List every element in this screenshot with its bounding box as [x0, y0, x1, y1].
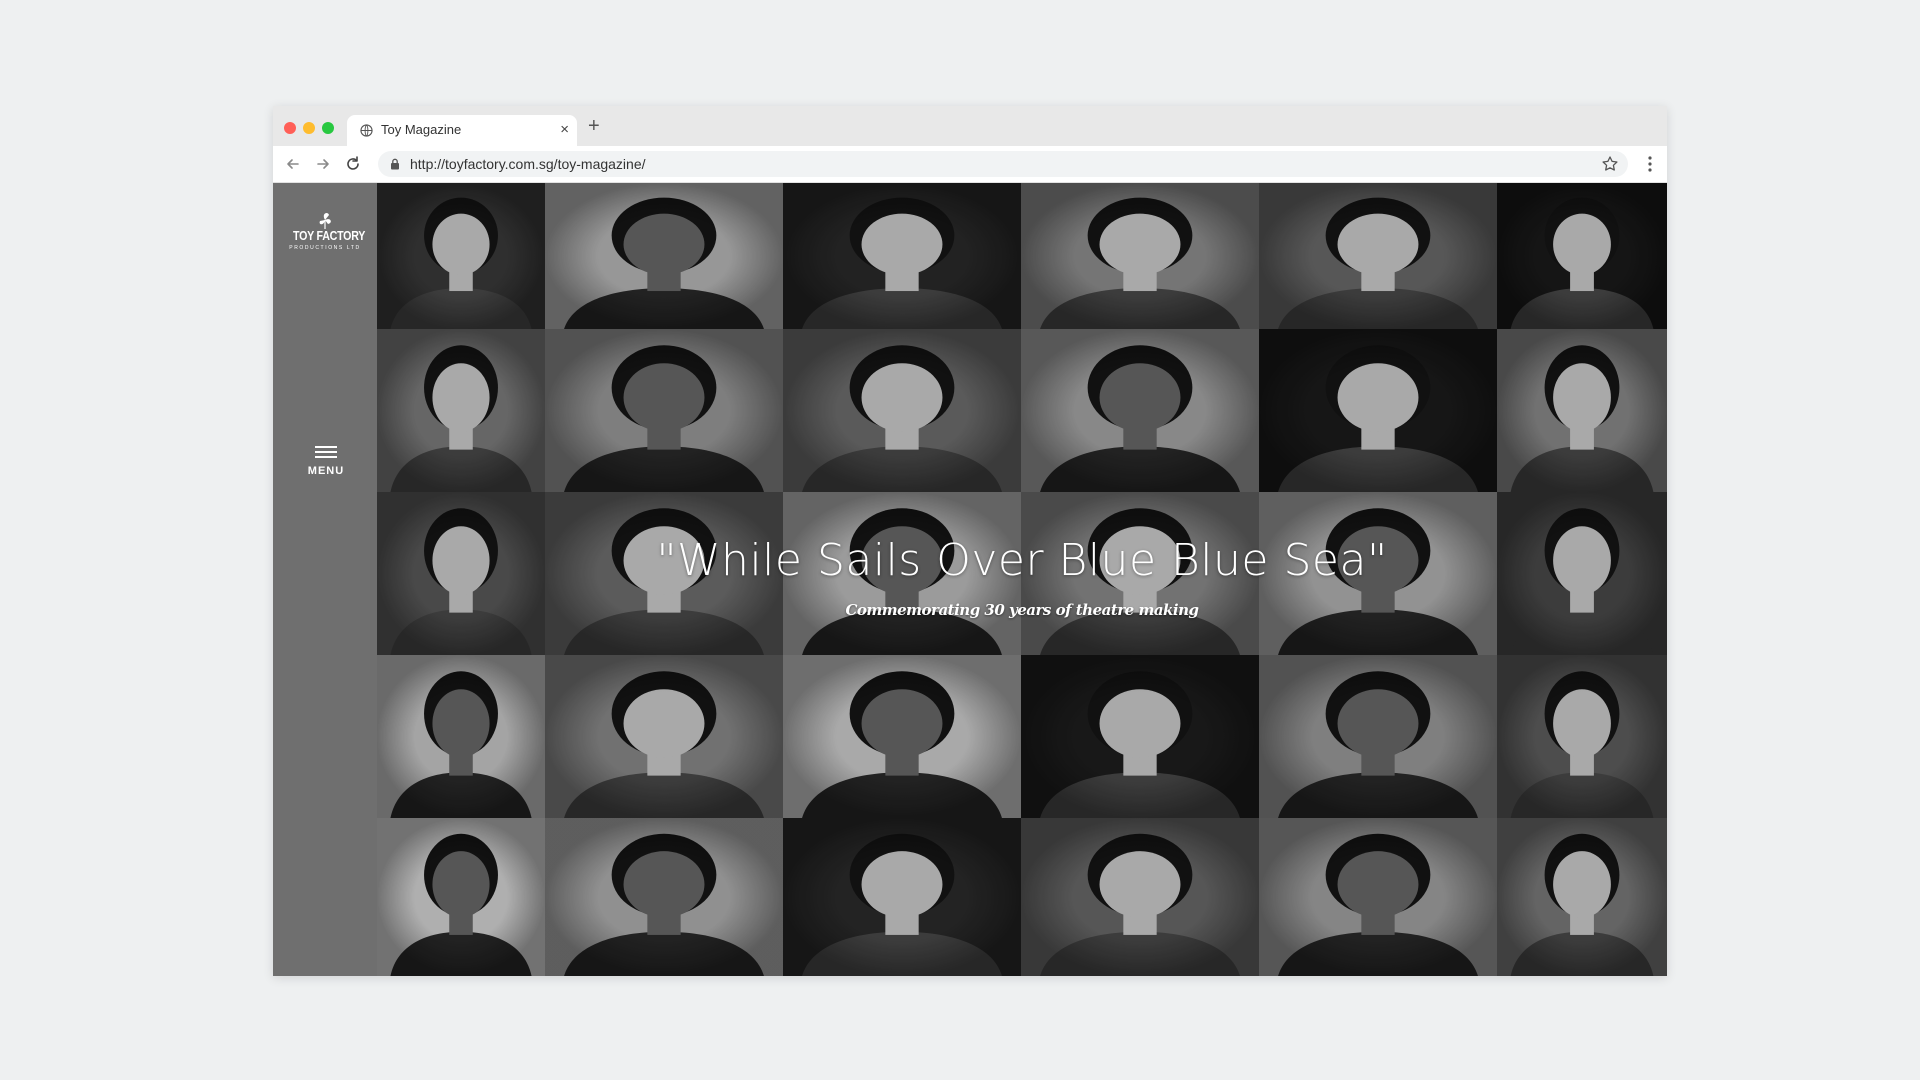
portrait-tile[interactable] — [377, 818, 545, 976]
portrait-photo — [1021, 183, 1259, 329]
portrait-photo — [377, 183, 545, 329]
portrait-photo — [1497, 329, 1667, 492]
globe-icon — [360, 124, 373, 137]
portrait-tile[interactable] — [1259, 818, 1497, 976]
portrait-tile[interactable] — [1497, 818, 1667, 976]
portrait-photo — [1021, 655, 1259, 818]
portrait-tile[interactable] — [1259, 329, 1497, 492]
hero-headline: "While Sails Over Blue Blue Sea" — [656, 535, 1388, 586]
browser-window: Toy Magazine × + http://toyfactory.com.s… — [273, 106, 1667, 976]
portrait-tile[interactable] — [1021, 818, 1259, 976]
hero-banner: "While Sails Over Blue Blue Sea" Commemo… — [377, 535, 1667, 619]
tab-toy-magazine[interactable]: Toy Magazine × — [347, 115, 577, 146]
portrait-photo — [545, 183, 783, 329]
forward-arrow-icon[interactable] — [313, 154, 333, 174]
browser-toolbar — [273, 146, 1667, 183]
tab-strip: Toy Magazine × + — [273, 106, 1667, 146]
portrait-photo — [1259, 183, 1497, 329]
portrait-photo — [1021, 818, 1259, 976]
menu-label: MENU — [307, 465, 345, 477]
reload-icon[interactable] — [343, 154, 363, 174]
new-tab-button[interactable]: + — [588, 115, 600, 137]
bookmark-star-icon[interactable] — [1600, 154, 1620, 174]
maximize-window-button[interactable] — [322, 122, 334, 134]
hero-tagline: Commemorating 30 years of theatre making — [845, 601, 1199, 619]
page-viewport: TOY FACTORY PRODUCTIONS LTD MENU "While … — [273, 183, 1667, 976]
menu-button[interactable]: MENU — [295, 445, 355, 485]
tab-title: Toy Magazine — [381, 122, 462, 137]
portrait-tile[interactable] — [1021, 655, 1259, 818]
portrait-tile[interactable] — [783, 655, 1021, 818]
back-arrow-icon[interactable] — [283, 154, 303, 174]
portrait-photo — [1021, 329, 1259, 492]
portrait-photo — [545, 818, 783, 976]
portrait-photo — [783, 183, 1021, 329]
pinwheel-icon — [319, 212, 331, 229]
more-options-icon[interactable] — [1647, 154, 1653, 174]
logo-subtitle: PRODUCTIONS LTD — [289, 245, 361, 251]
portrait-tile[interactable] — [545, 329, 783, 492]
site-sidebar: TOY FACTORY PRODUCTIONS LTD MENU — [273, 183, 377, 976]
portrait-photo — [783, 329, 1021, 492]
address-bar[interactable] — [378, 151, 1628, 177]
portrait-photo — [545, 655, 783, 818]
tab-close-icon[interactable]: × — [560, 121, 569, 139]
portrait-tile[interactable] — [783, 818, 1021, 976]
portrait-tile[interactable] — [545, 655, 783, 818]
portrait-tile[interactable] — [545, 818, 783, 976]
portrait-tile[interactable] — [545, 183, 783, 329]
lock-icon — [391, 158, 399, 170]
portrait-photo — [377, 818, 545, 976]
portrait-photo — [783, 818, 1021, 976]
portrait-tile[interactable] — [1497, 329, 1667, 492]
portrait-tile[interactable] — [1497, 183, 1667, 329]
portrait-photo — [1259, 655, 1497, 818]
portrait-tile[interactable] — [783, 329, 1021, 492]
portrait-tile[interactable] — [377, 329, 545, 492]
portrait-photo — [1259, 818, 1497, 976]
portrait-photo — [1259, 329, 1497, 492]
logo-name: TOY FACTORY — [293, 228, 366, 243]
portrait-tile[interactable] — [377, 655, 545, 818]
portrait-photo — [783, 655, 1021, 818]
portrait-tile[interactable] — [377, 183, 545, 329]
hamburger-icon — [315, 445, 337, 459]
minimize-window-button[interactable] — [303, 122, 315, 134]
url-input[interactable] — [410, 151, 1560, 177]
portrait-tile[interactable] — [783, 183, 1021, 329]
portrait-photo — [1497, 183, 1667, 329]
portrait-photo — [377, 329, 545, 492]
portrait-tile[interactable] — [1259, 183, 1497, 329]
portrait-photo — [1497, 655, 1667, 818]
portrait-tile[interactable] — [1259, 655, 1497, 818]
close-window-button[interactable] — [284, 122, 296, 134]
portrait-photo — [377, 655, 545, 818]
portrait-tile[interactable] — [1021, 183, 1259, 329]
portrait-tile[interactable] — [1497, 655, 1667, 818]
portrait-photo — [1497, 818, 1667, 976]
portrait-tile[interactable] — [1021, 329, 1259, 492]
portrait-photo — [545, 329, 783, 492]
toy-factory-logo[interactable]: TOY FACTORY PRODUCTIONS LTD — [286, 211, 366, 257]
